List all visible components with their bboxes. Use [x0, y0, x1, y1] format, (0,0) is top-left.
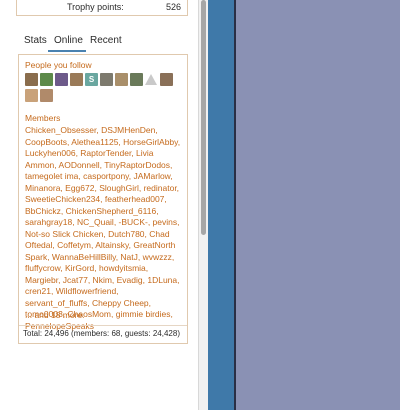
avatar-10[interactable]	[160, 73, 173, 86]
avatar-3[interactable]	[55, 73, 68, 86]
active-tab-indicator	[48, 50, 86, 52]
scrollbar-thumb[interactable]	[201, 0, 206, 235]
divider	[19, 325, 187, 326]
trophy-points-label: Trophy points:	[67, 2, 124, 12]
avatar-12[interactable]	[40, 89, 53, 102]
more-members-link[interactable]: ... and 18 more.	[25, 310, 85, 320]
avatar-1[interactable]	[25, 73, 38, 86]
members-heading: Members	[25, 113, 61, 123]
avatar-7[interactable]	[115, 73, 128, 86]
avatar-6[interactable]	[100, 73, 113, 86]
people-you-follow-heading: People you follow	[25, 60, 92, 70]
trophy-points-value: 526	[165, 2, 181, 12]
avatar-11[interactable]	[25, 89, 38, 102]
online-panel: People you follow S Members Chicken_Obse…	[18, 54, 188, 344]
avatar-5[interactable]: S	[85, 73, 98, 86]
online-tabs: Stats Online Recent	[16, 33, 190, 52]
tab-stats[interactable]: Stats	[24, 35, 47, 46]
trophy-box: Trophy points: 526	[16, 0, 188, 16]
avatar-4[interactable]	[70, 73, 83, 86]
avatar-letter: S	[88, 75, 95, 84]
tab-recent[interactable]: Recent	[90, 35, 122, 46]
window-edge	[208, 0, 234, 410]
online-total: Total: 24,496 (members: 68, guests: 24,4…	[23, 329, 180, 338]
members-list[interactable]: Chicken_Obsesser, DSJMHenDen, CoopBoots,…	[25, 125, 185, 332]
sidebar-panel: Trophy points: 526 Stats Online Recent P…	[0, 0, 198, 410]
placeholder-avatar-icon[interactable]	[145, 74, 157, 85]
tab-online[interactable]: Online	[54, 35, 83, 46]
avatar-2[interactable]	[40, 73, 53, 86]
avatar-8[interactable]	[130, 73, 143, 86]
window-divider	[234, 0, 236, 410]
